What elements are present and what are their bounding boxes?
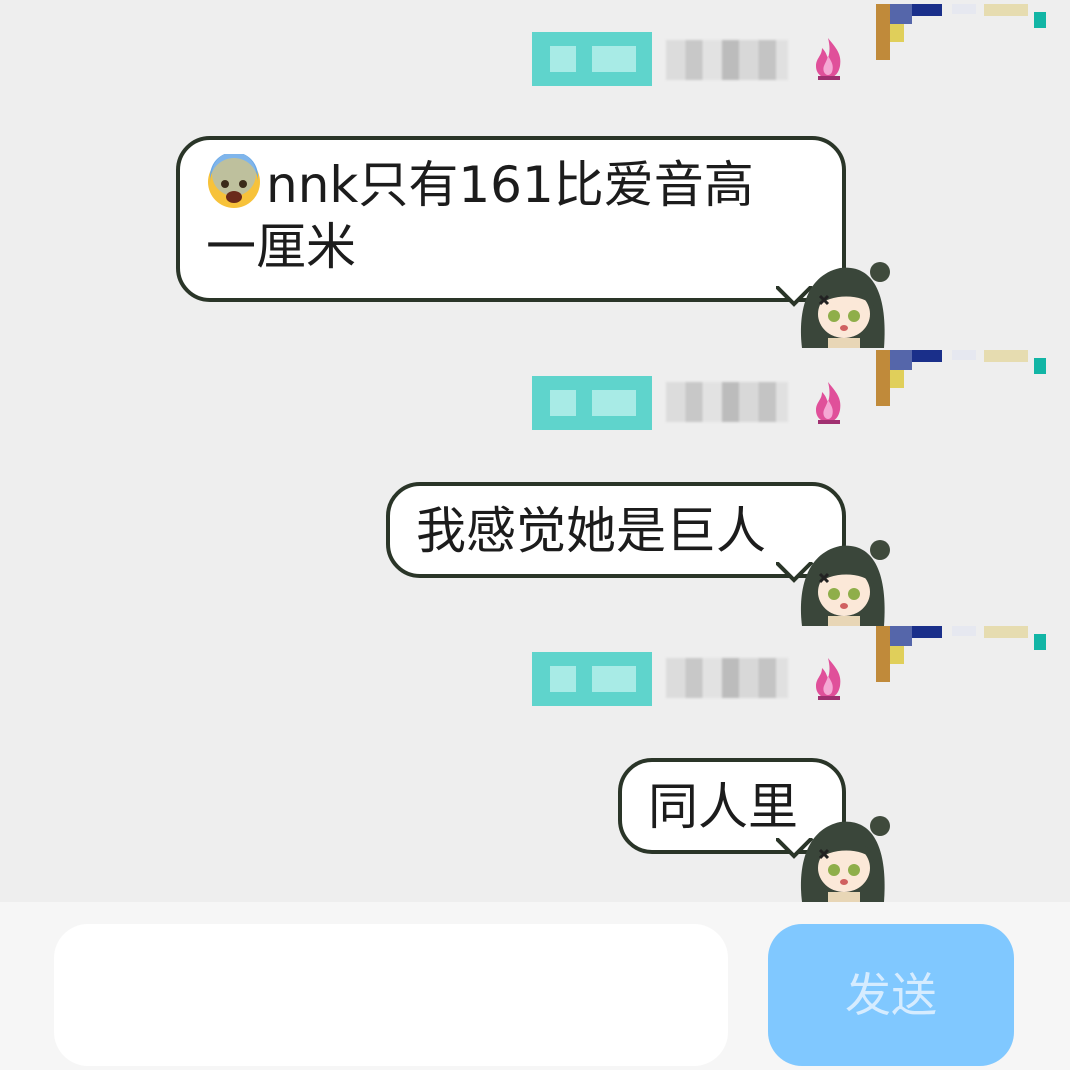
- message-text-line-2: 一厘米: [206, 218, 356, 276]
- name-tag-badge: [532, 32, 652, 86]
- message-input[interactable]: [54, 924, 728, 1066]
- message-text: 同人里: [648, 778, 798, 836]
- sender-name-blurred: [666, 40, 788, 80]
- send-button[interactable]: 发送: [768, 924, 1014, 1066]
- name-tag-badge: [532, 652, 652, 706]
- message-bubble[interactable]: nnk只有161比爱音高 一厘米: [176, 136, 846, 302]
- fire-icon: [816, 38, 841, 80]
- sender-name-blurred: [666, 382, 788, 422]
- sender-name-blurred: [666, 658, 788, 698]
- composer-bar: 发送: [0, 902, 1070, 1070]
- fire-icon: [816, 658, 841, 700]
- message-text-line-1: nnk只有161比爱音高: [266, 156, 754, 214]
- fire-icon: [816, 382, 841, 424]
- name-tag-badge: [532, 376, 652, 430]
- avatar-icon[interactable]: [792, 810, 892, 902]
- anxious-face-icon: [208, 154, 260, 208]
- message-text: 我感觉她是巨人: [416, 502, 766, 560]
- avatar-icon[interactable]: [792, 256, 892, 348]
- avatar-icon[interactable]: [792, 534, 892, 626]
- chat-screen: nnk只有161比爱音高 一厘米 我感觉她是巨人 同人里 发送: [0, 0, 1070, 1070]
